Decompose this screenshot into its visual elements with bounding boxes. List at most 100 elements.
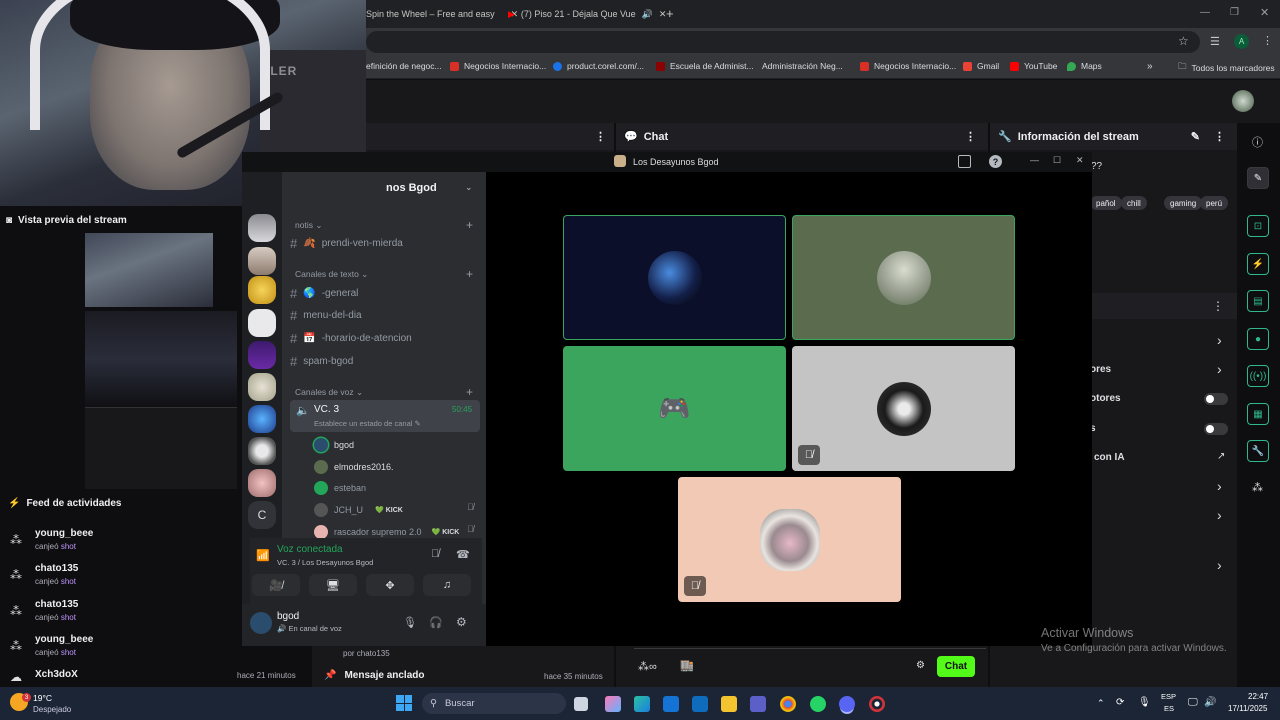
chrome-icon[interactable] — [780, 696, 796, 712]
participant-tile[interactable]: 🎙̸ — [678, 477, 901, 602]
server-icon[interactable] — [248, 437, 276, 465]
chevron-right-icon[interactable]: › — [1217, 361, 1222, 377]
add-channel-icon[interactable]: + — [466, 267, 473, 281]
voice-user[interactable]: bgod — [314, 438, 354, 452]
bookmark-star-icon[interactable]: ☆ — [1178, 34, 1189, 48]
wrench-icon[interactable]: 🔧 — [1247, 440, 1269, 462]
chevron-down-icon[interactable]: ⌄ — [465, 182, 473, 193]
channel-spam[interactable]: # spam-bgod — [290, 354, 353, 369]
add-channel-icon[interactable]: + — [466, 218, 473, 232]
outlook-icon[interactable] — [692, 696, 708, 712]
voice-user[interactable]: elmodres2016. — [314, 460, 394, 474]
more-options-icon[interactable]: ⋮ — [965, 130, 976, 143]
channel-points-icon[interactable]: ⁂∞ — [638, 660, 657, 673]
camera-off-button[interactable]: 🎥̸ — [252, 574, 300, 596]
bookmark-item[interactable]: efinición de negoc... — [366, 61, 442, 71]
more-bookmarks-icon[interactable]: » — [1147, 61, 1153, 72]
participant-tile[interactable]: 🎮 — [563, 346, 786, 471]
more-options-icon[interactable]: ⋮ — [1212, 299, 1224, 313]
category-notis[interactable]: notis ⌄ — [295, 220, 322, 231]
teams-icon[interactable] — [750, 696, 766, 712]
channel-prendi[interactable]: # 🍂 prendi-ven-mierda — [290, 236, 403, 251]
profile-avatar[interactable]: A — [1234, 34, 1249, 49]
voice-channel-vc3[interactable]: 🔈 VC. 3 50:45 Establece un estado de can… — [290, 400, 480, 432]
activities-button[interactable]: ✥ — [366, 574, 414, 596]
edit-tool-icon[interactable]: ✎ — [1247, 167, 1269, 189]
more-options-icon[interactable]: ⋮ — [1214, 130, 1225, 143]
tray-chevron-icon[interactable]: ⌃ — [1097, 698, 1105, 709]
volume-icon[interactable]: 🔊 — [1204, 697, 1216, 708]
voice-status-subtitle[interactable]: VC. 3 / Los Desayunos Bgod — [277, 558, 373, 567]
bookmark-item[interactable]: Negocios Internacio... — [860, 61, 956, 71]
restore-icon[interactable]: ❐ — [1230, 7, 1239, 18]
copilot-icon[interactable] — [605, 696, 621, 712]
language-bottom[interactable]: ES — [1164, 704, 1174, 713]
server-name[interactable]: nos Bgod — [386, 182, 437, 194]
bookmark-item[interactable]: Escuela de Administ... — [656, 61, 754, 71]
server-icon[interactable] — [248, 247, 276, 275]
user-avatar[interactable] — [1232, 90, 1254, 112]
maximize-icon[interactable]: ☐ — [1053, 155, 1061, 166]
server-icon[interactable] — [248, 276, 276, 304]
store-icon[interactable]: 🏬 — [680, 659, 694, 672]
discord-taskbar-icon[interactable] — [839, 696, 855, 712]
server-icon[interactable] — [248, 405, 276, 433]
server-icon[interactable] — [248, 341, 276, 369]
settings-icon[interactable]: ⚙ — [456, 615, 467, 629]
info-icon[interactable]: ⓘ — [1252, 134, 1263, 150]
task-view-icon[interactable] — [574, 697, 588, 711]
sync-icon[interactable]: ⟳ — [1116, 697, 1124, 708]
bookmark-item[interactable]: Negocios Internacio... — [450, 61, 546, 71]
soundboard-button[interactable]: ♫ — [423, 574, 471, 596]
tag[interactable]: perú — [1200, 196, 1229, 210]
chevron-right-icon[interactable]: › — [1217, 332, 1222, 348]
edit-icon[interactable]: ✎ — [1191, 130, 1200, 143]
participant-tile[interactable]: 🎙̸ — [792, 346, 1015, 471]
tab-youtube[interactable]: ▶ (7) Piso 21 - Déjala Que Vue 🔊 ✕ — [508, 4, 666, 24]
reading-list-icon[interactable]: ☰ — [1210, 35, 1220, 48]
community-icon[interactable]: ⁂ — [1252, 481, 1263, 494]
close-icon[interactable]: ✕ — [1076, 155, 1084, 166]
obs-icon[interactable] — [869, 696, 885, 712]
microphone-icon[interactable]: 🎙 — [403, 616, 417, 629]
language-top[interactable]: ESP — [1161, 692, 1176, 701]
chevron-right-icon[interactable]: › — [1217, 557, 1222, 573]
layout-icon[interactable]: ▦ — [1247, 403, 1269, 425]
bookmark-item[interactable]: Gmail — [963, 61, 999, 71]
chevron-right-icon[interactable]: › — [1217, 478, 1222, 494]
microphone-icon[interactable]: 🎙 — [1138, 697, 1151, 708]
network-icon[interactable]: 🖵 — [1188, 697, 1198, 708]
minimize-icon[interactable]: — — [1200, 7, 1210, 18]
inbox-icon[interactable] — [958, 155, 971, 168]
channel-menu[interactable]: # menu-del-dia — [290, 308, 362, 323]
new-tab-button[interactable]: + — [666, 6, 674, 21]
channel-horario[interactable]: # 📅 -horario-de-atencion — [290, 331, 412, 346]
participant-tile[interactable] — [563, 215, 786, 340]
toggle-switch[interactable] — [1204, 423, 1228, 435]
capture-icon[interactable]: ⊡ — [1247, 215, 1269, 237]
channel-status[interactable]: Establece un estado de canal ✎ — [314, 419, 421, 428]
more-options-icon[interactable]: ⋮ — [595, 130, 606, 143]
bookmark-item[interactable]: Maps — [1067, 61, 1102, 71]
server-icon[interactable] — [248, 373, 276, 401]
channel-general[interactable]: # 🌎 -general — [290, 286, 358, 301]
tag[interactable]: gaming — [1164, 196, 1203, 210]
bolt-icon[interactable]: ⚡ — [1247, 253, 1269, 275]
all-bookmarks-folder[interactable]: 🗀 Todos los marcadores — [1178, 61, 1275, 75]
voice-user[interactable]: JCH_U 💚 KICK — [314, 503, 403, 517]
menu-icon[interactable]: ⋮ — [1262, 34, 1273, 47]
user-avatar[interactable] — [250, 612, 272, 634]
clock-date[interactable]: 17/11/2025 — [1228, 704, 1267, 713]
address-input[interactable] — [366, 31, 1200, 53]
search-input[interactable]: ⚲ Buscar — [422, 693, 566, 714]
tag[interactable]: pañol — [1090, 196, 1122, 210]
toggle-switch[interactable] — [1204, 393, 1228, 405]
preview-thumbnail[interactable] — [85, 233, 213, 307]
store-icon[interactable] — [663, 696, 679, 712]
chevron-right-icon[interactable]: › — [1217, 507, 1222, 523]
bookmark-item[interactable]: YouTube — [1010, 61, 1057, 71]
close-window-icon[interactable]: ✕ — [1260, 6, 1269, 19]
edge-icon[interactable] — [634, 696, 650, 712]
server-icon[interactable] — [248, 309, 276, 337]
chat-send-button[interactable]: Chat — [937, 656, 975, 677]
